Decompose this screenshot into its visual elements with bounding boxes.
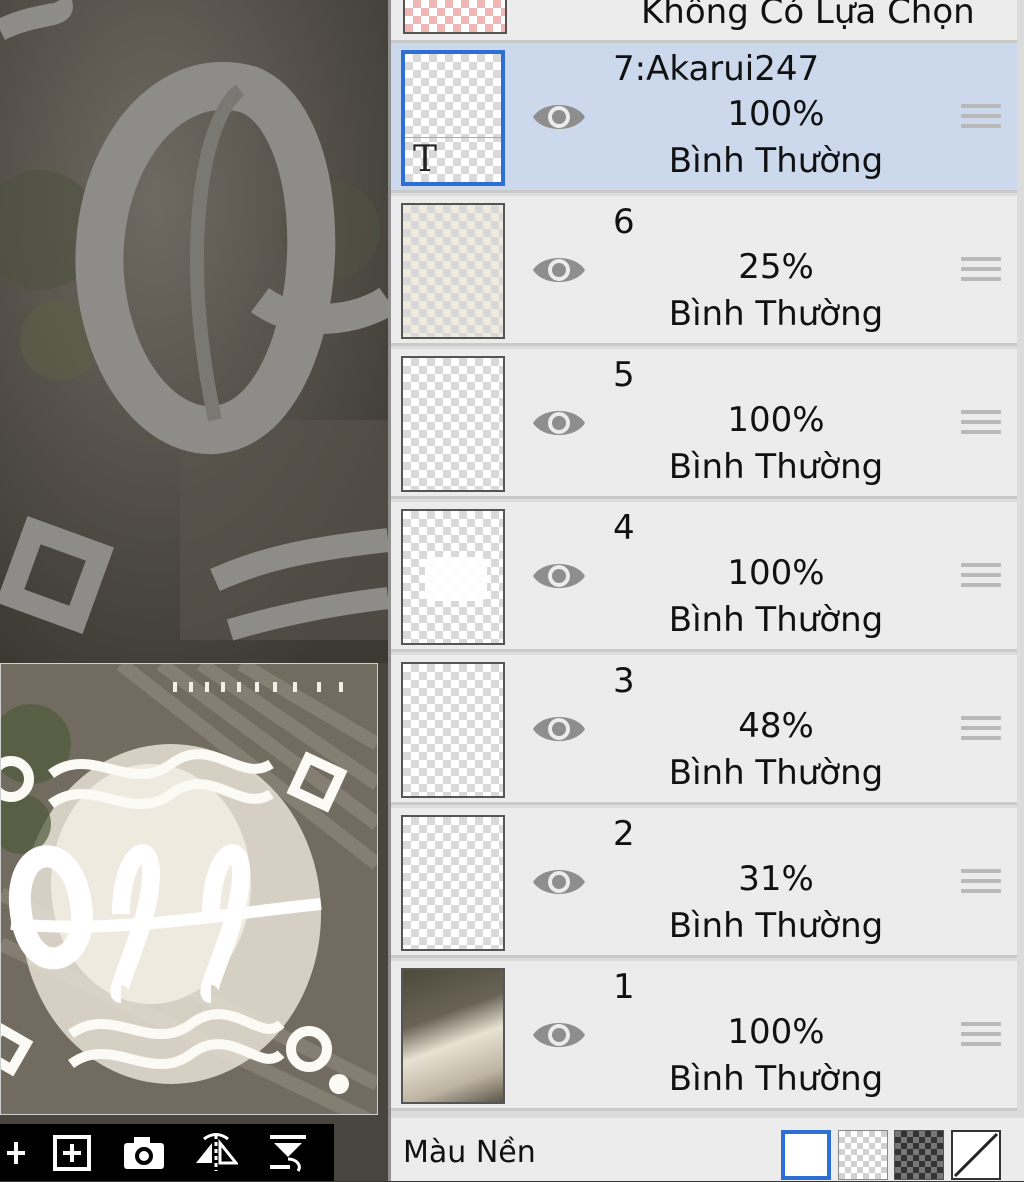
- layer-panel: Không Có Lựa Chọn T 7:Akarui247 100% Bình T…: [388, 0, 1024, 1181]
- eye-icon[interactable]: [531, 95, 587, 139]
- drag-handle-icon[interactable]: [961, 98, 1001, 136]
- bg-swatch-none[interactable]: [951, 1130, 1001, 1180]
- layer-blend-mode: Bình Thường: [668, 600, 884, 640]
- flip-horizontal-icon[interactable]: [180, 1124, 252, 1181]
- layer-opacity: 48%: [738, 706, 814, 746]
- canvas-area[interactable]: [0, 0, 388, 1181]
- selection-layer-thumbnail: [403, 0, 507, 34]
- layer-thumbnail: [401, 662, 505, 798]
- layer-thumbnail: [401, 815, 505, 951]
- background-color-label: Màu Nền: [403, 1135, 536, 1170]
- bg-swatch-checker-dark[interactable]: [894, 1130, 944, 1180]
- layer-opacity: 100%: [727, 553, 825, 593]
- eye-icon[interactable]: [531, 554, 587, 598]
- layer-opacity: 100%: [727, 94, 825, 134]
- layer-row[interactable]: T 7:Akarui247 100% Bình Thường: [391, 43, 1017, 193]
- layer-row[interactable]: 1 100% Bình Thường: [391, 961, 1017, 1111]
- camera-icon[interactable]: [108, 1124, 180, 1181]
- eye-icon[interactable]: [531, 248, 587, 292]
- drag-handle-icon[interactable]: [961, 710, 1001, 748]
- drag-handle-icon[interactable]: [961, 557, 1001, 595]
- layer-blend-mode: Bình Thường: [668, 753, 884, 793]
- layer-content-preview: [425, 557, 487, 601]
- layer-blend-mode: Bình Thường: [668, 906, 884, 946]
- layer-row[interactable]: 4 100% Bình Thường: [391, 502, 1017, 652]
- drag-handle-icon[interactable]: [961, 251, 1001, 289]
- eye-icon[interactable]: [531, 401, 587, 445]
- layer-name: 6: [613, 202, 635, 242]
- layer-name: 7:Akarui247: [613, 49, 820, 89]
- canvas-preview-thumbnail[interactable]: [0, 663, 378, 1115]
- bg-swatch-white[interactable]: [781, 1130, 831, 1180]
- layer-blend-mode: Bình Thường: [668, 447, 884, 487]
- thumb-divider: [405, 137, 501, 138]
- selection-layer-row[interactable]: Không Có Lựa Chọn: [391, 0, 1017, 43]
- preview-artwork: [1, 664, 377, 1114]
- drag-handle-icon[interactable]: [961, 863, 1001, 901]
- eye-icon[interactable]: [531, 707, 587, 751]
- layer-thumbnail: [401, 203, 505, 339]
- bg-swatch-checker-light[interactable]: [838, 1130, 888, 1180]
- eye-icon[interactable]: [531, 1013, 587, 1057]
- layer-blend-mode: Bình Thường: [668, 294, 884, 334]
- layer-name: 5: [613, 355, 635, 395]
- layer-row[interactable]: 2 31% Bình Thường: [391, 808, 1017, 958]
- layer-thumbnail: T: [401, 50, 505, 186]
- layer-row[interactable]: 5 100% Bình Thường: [391, 349, 1017, 499]
- no-selection-label: Không Có Lựa Chọn: [641, 0, 975, 32]
- layer-opacity: 100%: [727, 400, 825, 440]
- layer-name: 3: [613, 661, 635, 701]
- layer-blend-mode: Bình Thường: [668, 141, 884, 181]
- merge-down-icon[interactable]: [252, 1124, 324, 1181]
- layer-thumbnail: [401, 356, 505, 492]
- plus-icon[interactable]: [0, 1124, 36, 1181]
- layer-opacity: 25%: [738, 247, 814, 287]
- canvas-toolbar: [0, 1124, 334, 1181]
- add-layer-icon[interactable]: [36, 1124, 108, 1181]
- layer-row[interactable]: 6 25% Bình Thường: [391, 196, 1017, 346]
- layer-opacity: 100%: [727, 1012, 825, 1052]
- drag-handle-icon[interactable]: [961, 1016, 1001, 1054]
- layer-name: 1: [613, 967, 635, 1007]
- layer-row[interactable]: 3 48% Bình Thường: [391, 655, 1017, 805]
- layer-name: 2: [613, 814, 635, 854]
- layer-name: 4: [613, 508, 635, 548]
- eye-icon[interactable]: [531, 860, 587, 904]
- drag-handle-icon[interactable]: [961, 404, 1001, 442]
- background-color-bar: Màu Nền: [391, 1118, 1024, 1181]
- layer-thumbnail: [401, 509, 505, 645]
- layer-opacity: 31%: [738, 859, 814, 899]
- text-layer-glyph: T: [413, 139, 438, 180]
- layer-thumbnail: [401, 968, 505, 1104]
- layer-blend-mode: Bình Thường: [668, 1059, 884, 1099]
